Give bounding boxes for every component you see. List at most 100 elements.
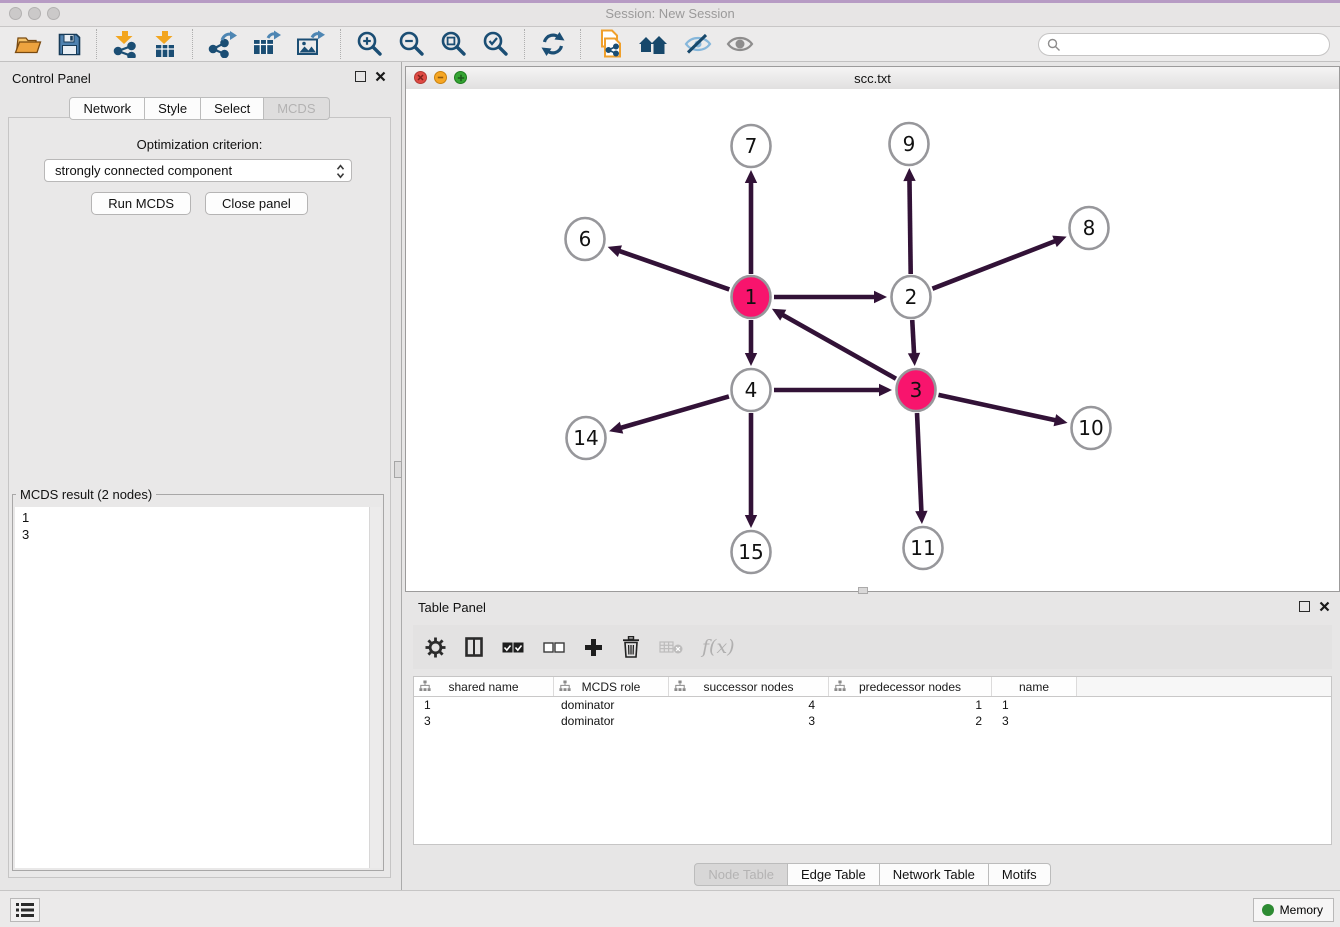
import-table-button[interactable]: [147, 28, 183, 60]
table-settings-button[interactable]: [425, 637, 446, 658]
graph-edge-1-6[interactable]: [608, 245, 730, 289]
delete-column-button-disabled: [659, 640, 683, 654]
column-header-predecessor-nodes[interactable]: predecessor nodes: [829, 677, 992, 696]
table-cell[interactable]: 2: [829, 714, 992, 728]
hide-selected-button[interactable]: [677, 28, 717, 60]
table-cell[interactable]: 1: [414, 698, 554, 712]
graph-edge-3-11[interactable]: [915, 413, 927, 524]
tab-network-table[interactable]: Network Table: [880, 863, 989, 886]
toolbar-separator: [96, 29, 98, 59]
search-input[interactable]: [1038, 33, 1330, 56]
export-table-button[interactable]: [247, 28, 287, 60]
tab-style[interactable]: Style: [145, 97, 201, 120]
table-cell[interactable]: 1: [829, 698, 992, 712]
result-scrollbar[interactable]: [369, 507, 381, 868]
mcds-result-title: MCDS result (2 nodes): [16, 487, 156, 502]
import-network-button[interactable]: [107, 28, 143, 60]
network-title: scc.txt: [406, 71, 1339, 86]
graph-node-14[interactable]: 14: [567, 417, 606, 459]
export-image-button[interactable]: [291, 28, 331, 60]
table-cell[interactable]: 4: [669, 698, 829, 712]
table-cell[interactable]: 3: [669, 714, 829, 728]
hierarchy-sort-icon: [419, 680, 431, 692]
vertical-splitter-handle[interactable]: [394, 461, 402, 478]
table-row[interactable]: 3dominator323: [414, 713, 1331, 729]
graph-node-10[interactable]: 10: [1072, 407, 1111, 449]
export-network-button[interactable]: [203, 28, 243, 60]
graph-node-3[interactable]: 3: [897, 369, 936, 411]
graph-node-8[interactable]: 8: [1070, 207, 1109, 249]
tab-node-table[interactable]: Node Table: [694, 863, 788, 886]
home-button[interactable]: [633, 28, 673, 60]
column-header-mcds-role[interactable]: MCDS role: [554, 677, 669, 696]
close-table-panel-icon[interactable]: [1319, 601, 1330, 612]
table-row[interactable]: 1dominator411: [414, 697, 1331, 713]
zoom-fit-button[interactable]: [435, 28, 473, 60]
graph-node-7[interactable]: 7: [732, 125, 771, 167]
graph-node-6[interactable]: 6: [566, 218, 605, 260]
column-label: successor nodes: [703, 680, 793, 694]
table-cell[interactable]: 3: [414, 714, 554, 728]
graph-edge-1-4[interactable]: [745, 320, 757, 366]
delete-row-button[interactable]: [622, 636, 640, 658]
table-panel: Table Panel f(x) shared name MCDS role s…: [405, 592, 1340, 890]
graph-edge-4-15[interactable]: [745, 413, 757, 528]
column-header-shared-name[interactable]: shared name: [414, 677, 554, 696]
graph-edge-2-8[interactable]: [932, 236, 1066, 289]
toolbar-separator: [340, 29, 342, 59]
refresh-button[interactable]: [535, 28, 571, 60]
tab-select[interactable]: Select: [201, 97, 264, 120]
close-panel-icon[interactable]: [375, 71, 386, 82]
graph-edge-2-9[interactable]: [903, 168, 915, 274]
memory-button[interactable]: Memory: [1253, 898, 1334, 922]
plus-icon: [584, 638, 603, 657]
run-mcds-button[interactable]: Run MCDS: [91, 192, 191, 215]
table-cell[interactable]: 3: [992, 714, 1077, 728]
add-row-button[interactable]: [584, 638, 603, 657]
tab-mcds[interactable]: MCDS: [264, 97, 329, 120]
zoom-in-button[interactable]: [351, 28, 389, 60]
table-cell[interactable]: dominator: [554, 698, 669, 712]
select-all-button[interactable]: [502, 641, 524, 654]
graph-edge-1-2[interactable]: [774, 291, 887, 303]
clone-network-button[interactable]: [591, 28, 629, 60]
column-view-icon: [465, 637, 483, 657]
clear-selection-button[interactable]: [543, 641, 565, 654]
zoom-selected-button[interactable]: [477, 28, 515, 60]
show-all-button[interactable]: [721, 28, 759, 60]
tab-network[interactable]: Network: [69, 97, 145, 120]
show-column-button[interactable]: [465, 637, 483, 657]
zoom-out-button[interactable]: [393, 28, 431, 60]
graph-edge-2-3[interactable]: [908, 320, 920, 366]
table-cell[interactable]: dominator: [554, 714, 669, 728]
network-canvas[interactable]: 7 9 6 8 1 2 4 3 14 10 15 11: [406, 89, 1339, 591]
tab-edge-table[interactable]: Edge Table: [788, 863, 880, 886]
graph-edge-3-1[interactable]: [772, 309, 896, 379]
toolbar-separator: [192, 29, 194, 59]
tab-motifs[interactable]: Motifs: [989, 863, 1051, 886]
open-session-button[interactable]: [8, 28, 48, 60]
mcds-result-box[interactable]: 13: [15, 507, 381, 868]
graph-node-1[interactable]: 1: [732, 276, 771, 318]
float-panel-icon[interactable]: [355, 71, 366, 82]
graph-edge-4-14[interactable]: [609, 396, 729, 433]
graph-node-2[interactable]: 2: [892, 276, 931, 318]
graph-edge-4-3[interactable]: [774, 384, 892, 396]
column-header-name[interactable]: name: [992, 677, 1077, 696]
network-window-titlebar[interactable]: scc.txt: [406, 67, 1339, 90]
task-history-button[interactable]: [10, 898, 40, 922]
graph-edge-1-7[interactable]: [745, 170, 757, 274]
graph-node-4[interactable]: 4: [732, 369, 771, 411]
close-panel-button[interactable]: Close panel: [205, 192, 308, 215]
save-session-button[interactable]: [52, 28, 87, 60]
table-cell[interactable]: 1: [992, 698, 1077, 712]
criterion-select[interactable]: strongly connected component: [44, 159, 352, 182]
graph-node-15[interactable]: 15: [732, 531, 771, 573]
float-table-panel-icon[interactable]: [1299, 601, 1310, 612]
table-header-row: shared name MCDS role successor nodes pr…: [414, 677, 1331, 697]
graph-node-9[interactable]: 9: [890, 123, 929, 165]
graph-edge-3-10[interactable]: [938, 395, 1067, 426]
horizontal-splitter-handle[interactable]: [858, 587, 868, 594]
column-header-successor-nodes[interactable]: successor nodes: [669, 677, 829, 696]
graph-node-11[interactable]: 11: [904, 527, 943, 569]
